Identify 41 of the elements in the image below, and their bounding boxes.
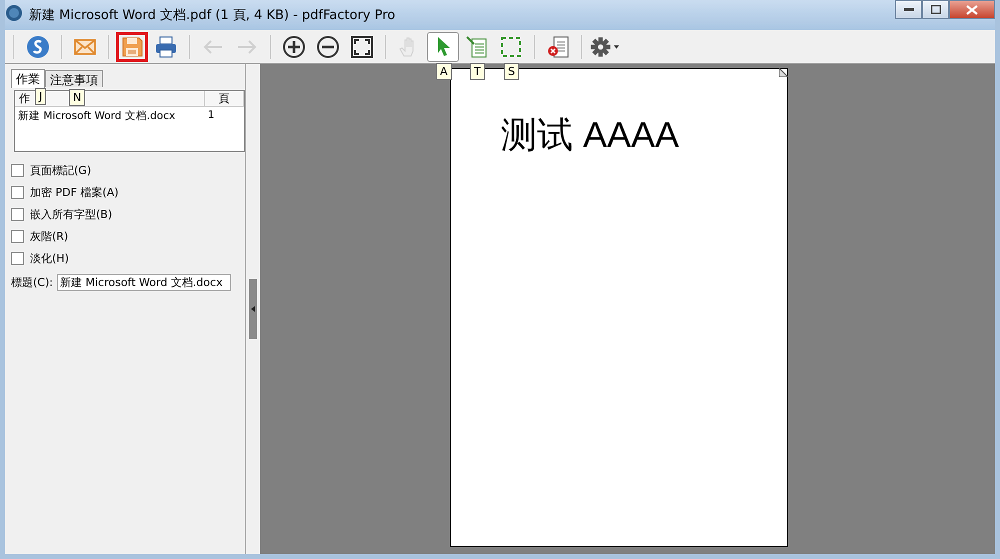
delete-document-icon (546, 34, 570, 58)
tab[interactable]: 注意事項 (45, 70, 103, 87)
job-name[interactable]: 新建 Microsoft Word 文档.docx (15, 107, 178, 125)
title-field[interactable]: 新建 Microsoft Word 文档.docx (56, 274, 231, 291)
window-title: 新建 Microsoft Word 文档.pdf (1 頁, 4 KB) - pdfFactory Pro (29, 7, 396, 24)
checkbox[interactable] (11, 208, 24, 220)
option-label: 嵌入所有字型(B) (30, 206, 112, 222)
option-label: 加密 PDF 檔案(A) (30, 184, 119, 200)
gear-icon (590, 34, 620, 58)
text-select-icon (465, 34, 489, 58)
close-button[interactable] (949, 0, 995, 19)
collapse-handle[interactable] (249, 279, 257, 339)
column-header[interactable]: 頁 (205, 91, 244, 106)
checkbox[interactable] (11, 252, 24, 264)
zoom-in-icon (282, 34, 306, 58)
key-tip-tooltip: J (35, 88, 46, 105)
field-label: 標題(C): (11, 275, 53, 290)
checkbox[interactable] (11, 186, 24, 198)
minimize-button[interactable] (895, 0, 922, 19)
option-label: 淡化(H) (30, 250, 69, 266)
option-label: 頁面標記(G) (30, 162, 92, 178)
key-tip-tooltip: T (470, 62, 485, 80)
zoom-out-icon (316, 34, 340, 58)
printer-icon (154, 34, 178, 58)
close-icon (966, 4, 978, 14)
key-tip-tooltip: A (436, 62, 452, 80)
checkbox[interactable] (11, 230, 24, 242)
dashed-frame-icon (499, 34, 523, 58)
key-tip-tooltip: S (504, 62, 519, 80)
maximize-button[interactable] (922, 0, 949, 19)
folded-corner-icon (779, 68, 788, 77)
page-text: 测试 AAAA (501, 114, 680, 155)
page-count: 1 (206, 108, 216, 123)
checkbox[interactable] (11, 164, 24, 176)
fit-page-icon (350, 34, 374, 58)
tab[interactable]: 作業 (11, 69, 45, 88)
key-tip-tooltip: N (69, 89, 86, 106)
maximize-icon (930, 5, 940, 14)
minimize-icon (904, 8, 914, 12)
splitter[interactable] (245, 64, 260, 554)
option-label: 灰階(R) (30, 228, 68, 244)
